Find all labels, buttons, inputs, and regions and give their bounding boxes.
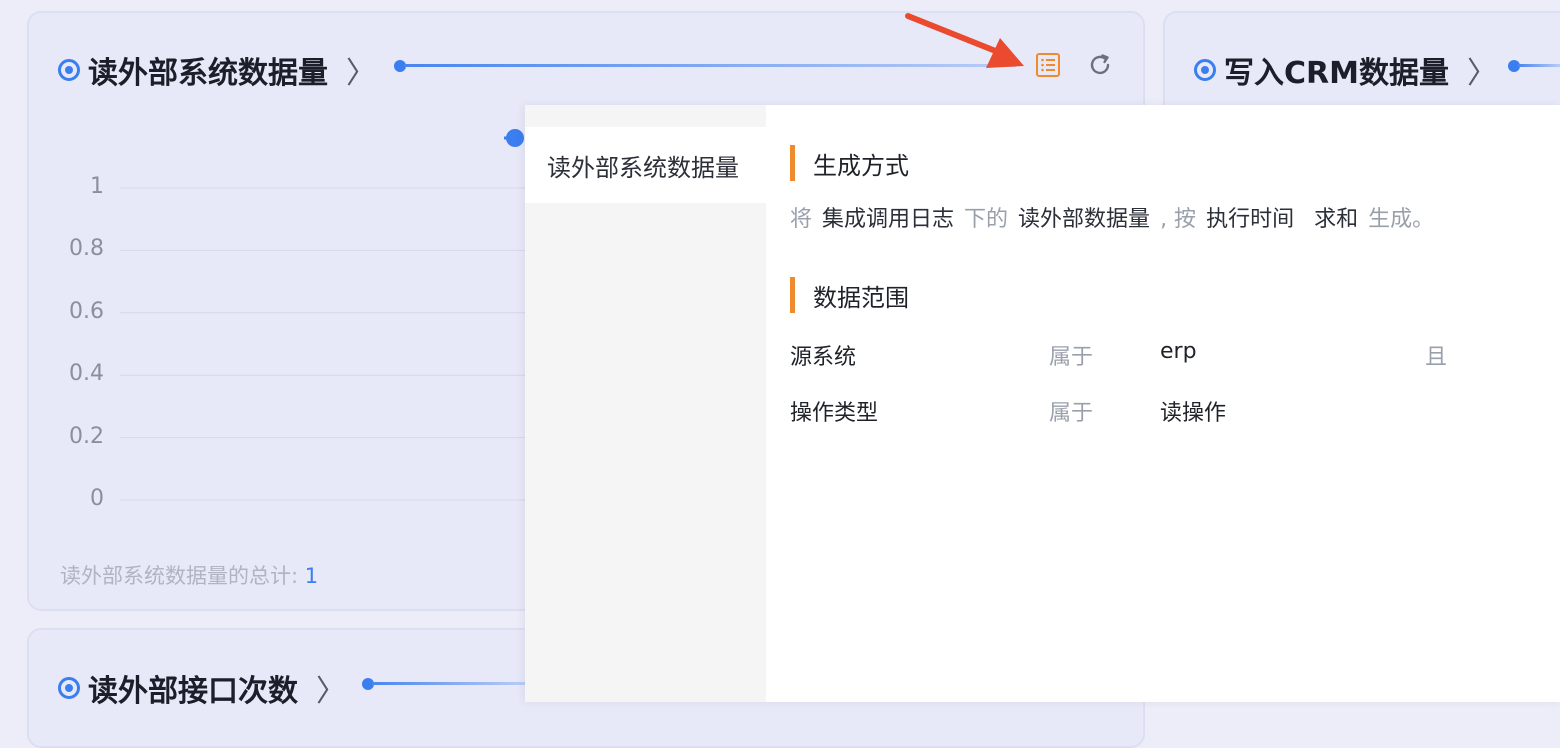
generation-part: 将 (790, 207, 813, 232)
generation-part: 下的 (964, 207, 1009, 232)
scope-field: 源系统 (790, 345, 857, 370)
total-label: 读外部系统数据量的总计: (60, 564, 299, 588)
metric-detail-popup: 读外部系统数据量 生成方式 将集成调用日志 下的 读外部数据量 , 按执行时间 求和 生成… (525, 105, 1560, 702)
card-title-read-interface[interactable]: 读外部接口次数 〉 (58, 666, 346, 710)
generation-heading: 生成方式 (790, 145, 909, 181)
target-icon (1194, 59, 1216, 81)
scope-operator: 属于 (1049, 345, 1094, 370)
list-detail-icon[interactable] (1034, 51, 1062, 79)
scope-value: erp (1160, 339, 1197, 364)
generation-description: 将集成调用日志 下的 读外部数据量 , 按执行时间 求和 生成。 (790, 201, 1444, 233)
scope-operator: 属于 (1049, 401, 1094, 426)
scope-joiner: 且 (1425, 345, 1448, 370)
chevron-right-icon[interactable]: 〉 (316, 666, 346, 710)
target-icon (58, 677, 80, 699)
generation-part: 求和 (1314, 207, 1359, 232)
y-tick-label: 1 (90, 174, 104, 199)
generation-part: 读外部数据量 (1018, 207, 1151, 232)
y-tick-label: 0.2 (69, 423, 104, 449)
popup-tab-label: 读外部系统数据量 (547, 153, 739, 182)
card-title-text: 读外部接口次数 (88, 674, 298, 709)
popup-tab-read-external[interactable]: 读外部系统数据量 (525, 127, 766, 203)
y-tick-label: 0 (90, 486, 104, 511)
refresh-icon[interactable] (1086, 51, 1114, 79)
generation-part: 生成。 (1368, 207, 1435, 232)
scope-heading: 数据范围 (790, 277, 909, 313)
title-line (1518, 64, 1560, 67)
generation-heading-text: 生成方式 (813, 151, 909, 180)
chevron-right-icon[interactable]: 〉 (1467, 48, 1497, 92)
card-title-write-crm[interactable]: 写入CRM数据量 〉 (1194, 48, 1497, 92)
section-accent-bar (790, 145, 795, 181)
generation-part: 执行时间 (1206, 207, 1295, 232)
y-tick-label: 0.8 (69, 236, 104, 262)
generation-part: 集成调用日志 (822, 207, 955, 232)
y-tick-label: 0.6 (69, 298, 104, 324)
card-title-text: 写入CRM数据量 (1224, 56, 1449, 91)
scope-value: 读操作 (1160, 401, 1227, 426)
scope-field: 操作类型 (790, 401, 879, 426)
title-line (372, 682, 525, 685)
total-value: 1 (304, 564, 319, 588)
total-summary: 读外部系统数据量的总计: 1 (60, 560, 318, 590)
generation-part: , 按 (1160, 207, 1197, 232)
section-accent-bar (790, 277, 795, 313)
scope-heading-text: 数据范围 (813, 283, 909, 312)
annotation-arrow-icon (905, 13, 1024, 68)
y-tick-label: 0.4 (69, 361, 104, 387)
